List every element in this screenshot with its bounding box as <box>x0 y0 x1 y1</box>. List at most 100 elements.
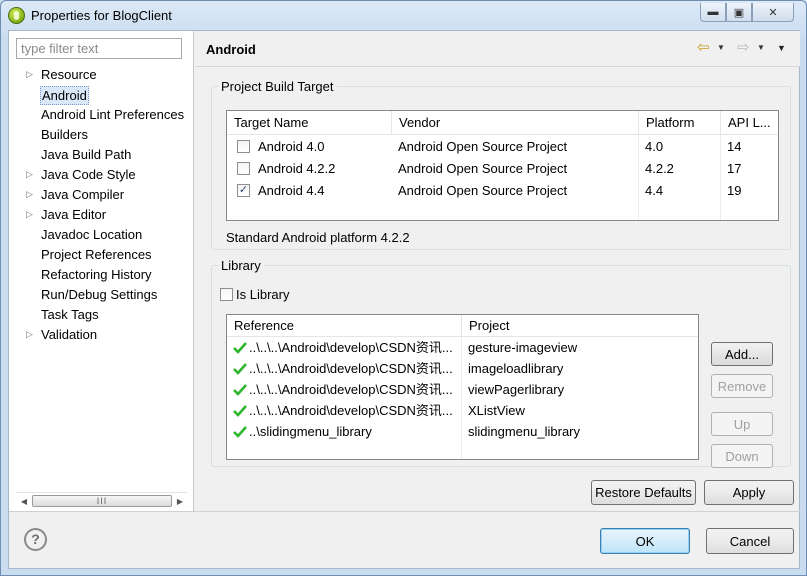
table-row[interactable]: ..\..\..\Android\develop\CSDN资讯... imagel… <box>227 358 698 379</box>
tree-item-label: Android <box>40 86 89 105</box>
maximize-button[interactable]: ▣ <box>726 3 752 22</box>
page-header: Android ⇦ ▼ ⇨ ▼ ▼ <box>195 31 800 67</box>
table-row[interactable]: Android 4.2.2 Android Open Source Project… <box>227 158 778 180</box>
cell-platform: 4.4 <box>645 183 664 198</box>
back-menu-chevron-icon[interactable]: ▼ <box>717 40 725 56</box>
target-checkbox[interactable] <box>237 162 250 175</box>
tree-item-label: Java Editor <box>41 207 107 222</box>
cell-platform: 4.0 <box>645 139 664 154</box>
view-menu-icon[interactable]: ▼ <box>777 40 786 56</box>
column-header-reference[interactable]: Reference <box>227 315 462 337</box>
forward-menu-chevron-icon[interactable]: ▼ <box>757 40 765 56</box>
cell-reference: ..\..\..\Android\develop\CSDN资讯... <box>249 361 453 376</box>
build-target-table: Target Name Vendor Platform API L... And… <box>226 110 779 221</box>
cell-reference: ..\..\..\Android\develop\CSDN资讯... <box>249 340 453 355</box>
tree-item[interactable]: Android Lint Preferences <box>9 105 193 125</box>
add-library-button[interactable]: Add... <box>711 342 773 366</box>
table-row[interactable]: ..\slidingmenu_library slidingmenu_librar… <box>227 421 698 442</box>
group-title-build-target: Project Build Target <box>218 79 337 94</box>
scroll-right-icon[interactable]: ▶ <box>174 496 186 508</box>
cancel-button[interactable]: Cancel <box>706 528 794 554</box>
column-header-vendor[interactable]: Vendor <box>392 111 639 135</box>
expand-arrow-icon[interactable]: ▷ <box>26 205 36 224</box>
project-build-target-group: Project Build Target Target Name Vendor … <box>211 79 791 250</box>
expand-arrow-icon[interactable]: ▷ <box>26 165 36 184</box>
divider <box>9 511 801 512</box>
column-header-project[interactable]: Project <box>462 315 698 337</box>
column-header-api-level[interactable]: API L... <box>721 111 778 135</box>
table-row[interactable]: ..\..\..\Android\develop\CSDN资讯... gestur… <box>227 337 698 358</box>
help-icon[interactable]: ? <box>24 528 47 551</box>
target-checkbox[interactable] <box>237 140 250 153</box>
close-icon: ✕ <box>768 6 778 19</box>
tree-item[interactable]: Project References <box>9 245 193 265</box>
cell-project: gesture-imageview <box>468 340 578 355</box>
tree-item[interactable]: Task Tags <box>9 305 193 325</box>
title-bar[interactable]: Properties for BlogClient ▬ ▣ ✕ <box>1 1 806 29</box>
tree-item[interactable]: ▷ Resource <box>9 65 193 85</box>
close-button[interactable]: ✕ <box>752 3 794 22</box>
is-library-label: Is Library <box>236 287 290 302</box>
cell-platform: 4.2.2 <box>645 161 674 176</box>
cell-api: 14 <box>727 139 742 154</box>
tree-item[interactable]: ▷ Java Editor <box>9 205 193 225</box>
filter-input[interactable] <box>16 38 182 59</box>
column-header-platform[interactable]: Platform <box>639 111 721 135</box>
scroll-left-icon[interactable]: ◀ <box>18 496 30 508</box>
checkbox-icon[interactable] <box>220 288 233 301</box>
tree-item[interactable]: Java Build Path <box>9 145 193 165</box>
remove-library-button[interactable]: Remove <box>711 374 773 398</box>
target-checkbox[interactable]: ✓ <box>237 184 250 197</box>
cell-reference: ..\slidingmenu_library <box>249 424 372 439</box>
cell-name: Android 4.0 <box>258 139 325 154</box>
tree-item-label: Java Compiler <box>41 187 125 202</box>
cell-vendor: Android Open Source Project <box>398 161 568 176</box>
tree-item[interactable]: Javadoc Location <box>9 225 193 245</box>
cell-api: 17 <box>727 161 742 176</box>
expand-arrow-icon[interactable]: ▷ <box>26 65 36 84</box>
table-row[interactable]: ..\..\..\Android\develop\CSDN资讯... XListV… <box>227 400 698 421</box>
cell-reference: ..\..\..\Android\develop\CSDN资讯... <box>249 403 453 418</box>
apply-button[interactable]: Apply <box>704 480 794 505</box>
tree-item[interactable]: Refactoring History <box>9 265 193 285</box>
tree-item[interactable]: Run/Debug Settings <box>9 285 193 305</box>
eclipse-app-icon <box>8 7 25 24</box>
cell-vendor: Android Open Source Project <box>398 139 568 154</box>
table-row[interactable]: ✓ Android 4.4 Android Open Source Project 4… <box>227 180 778 202</box>
move-up-button[interactable]: Up <box>711 412 773 436</box>
minimize-button[interactable]: ▬ <box>700 3 726 22</box>
table-row[interactable]: ..\..\..\Android\develop\CSDN资讯... viewPa… <box>227 379 698 400</box>
scrollbar-thumb[interactable]: III <box>32 495 172 507</box>
build-target-status: Standard Android platform 4.2.2 <box>226 230 410 245</box>
cell-project: viewPagerlibrary <box>468 382 565 397</box>
library-reference-table: Reference Project ..\..\..\Android\devel… <box>226 314 699 460</box>
table-row[interactable]: Android 4.0 Android Open Source Project 4.… <box>227 136 778 158</box>
tree-item-label: Task Tags <box>41 307 99 322</box>
tree-item[interactable]: Builders <box>9 125 193 145</box>
green-check-icon <box>233 405 247 417</box>
group-title-library: Library <box>218 258 264 273</box>
table-header: Reference Project <box>227 315 698 337</box>
back-arrow-icon[interactable]: ⇦ <box>697 40 710 56</box>
table-header: Target Name Vendor Platform API L... <box>227 111 778 135</box>
properties-dialog: Properties for BlogClient ▬ ▣ ✕ ▷ Resourc… <box>0 0 807 576</box>
forward-arrow-icon[interactable]: ⇨ <box>737 40 750 56</box>
cell-project: imageloadlibrary <box>468 361 564 376</box>
move-down-button[interactable]: Down <box>711 444 773 468</box>
page-title: Android <box>206 42 256 57</box>
tree-item[interactable]: ▷ Java Compiler <box>9 185 193 205</box>
library-group: Library Is Library Reference Project ..\… <box>211 258 791 468</box>
dialog-client-area: ▷ Resource Android Android Lint Preferences… <box>8 30 801 569</box>
expand-arrow-icon[interactable]: ▷ <box>26 325 36 344</box>
tree-item[interactable]: Android <box>9 85 193 105</box>
column-header-target-name[interactable]: Target Name <box>227 111 392 135</box>
tree-item-label: Java Build Path <box>41 147 132 162</box>
restore-defaults-button[interactable]: Restore Defaults <box>591 480 696 505</box>
tree-item-label: Project References <box>41 247 152 262</box>
ok-button[interactable]: OK <box>600 528 690 554</box>
cell-name: Android 4.2.2 <box>258 161 336 176</box>
tree-item[interactable]: ▷ Validation <box>9 325 193 345</box>
tree-horizontal-scrollbar[interactable]: ◀ III ▶ <box>16 492 187 509</box>
expand-arrow-icon[interactable]: ▷ <box>26 185 36 204</box>
tree-item[interactable]: ▷ Java Code Style <box>9 165 193 185</box>
